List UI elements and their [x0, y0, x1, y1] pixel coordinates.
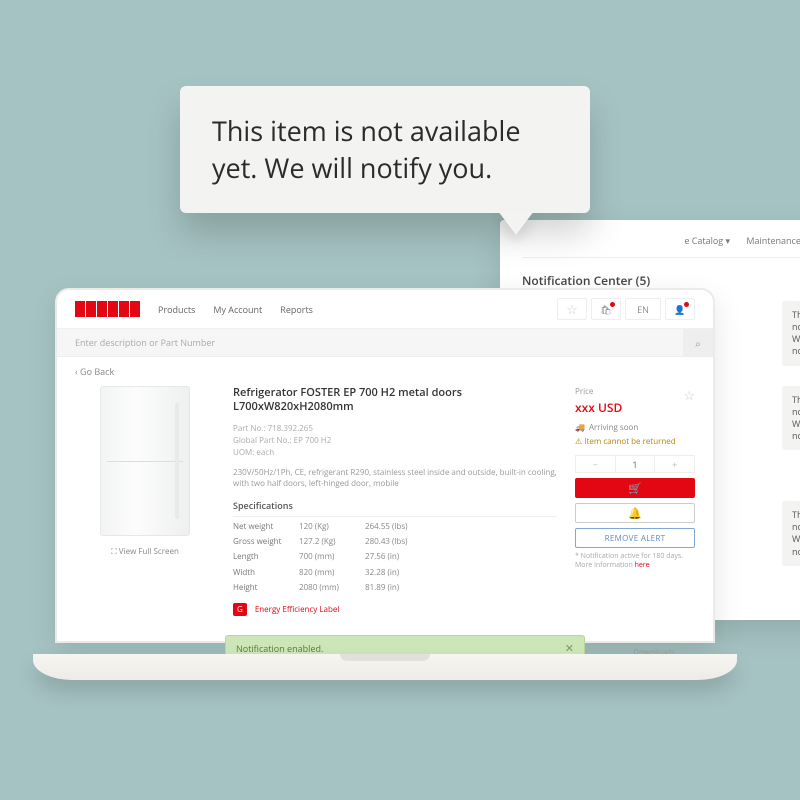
notification-message: This item is not a... yet. We will notif…	[782, 301, 800, 366]
spec-cell: 264.55 (lbs)	[365, 519, 431, 534]
product-image[interactable]	[100, 386, 190, 536]
star-icon: ☆	[566, 300, 578, 318]
purchase-sidebar: Price xxx USD ☆ 🚚Arriving soon ⚠ Item ca…	[575, 386, 695, 616]
spec-cell: 820 (mm)	[299, 565, 365, 580]
price-value: xxx USD	[575, 399, 683, 416]
return-warning: ⚠ Item cannot be returned	[575, 436, 695, 447]
product-content: ⛶ View Full Screen Refrigerator FOSTER E…	[57, 386, 713, 616]
product-description: 230V/50Hz/1Ph, CE, refrigerant R290, sta…	[233, 467, 557, 489]
badge-dot	[610, 302, 615, 307]
search-icon: ⌕	[695, 336, 701, 350]
nav-products[interactable]: Products	[158, 303, 195, 316]
app-screen: Products My Account Reports ☆ 🛍 EN 👤 Ent…	[55, 288, 715, 643]
laptop-mockup: Products My Account Reports ☆ 🛍 EN 👤 Ent…	[55, 288, 715, 688]
efficiency-badge: G	[233, 603, 247, 616]
go-back-link[interactable]: ‹ Go Back	[57, 357, 713, 386]
nav-myaccount[interactable]: My Account	[213, 303, 262, 316]
part-number: Part No.: 718.392.265	[233, 423, 557, 435]
price-label: Price	[575, 386, 683, 397]
remove-alert-button[interactable]: REMOVE ALERT	[575, 528, 695, 548]
product-image-col: ⛶ View Full Screen	[75, 386, 215, 616]
secondary-button[interactable]: 🔔	[575, 503, 695, 523]
energy-efficiency: G Energy Efficiency Label	[233, 603, 557, 616]
product-meta: Part No.: 718.392.265 Global Part No.: E…	[233, 423, 557, 459]
spec-cell: Width	[233, 565, 299, 580]
spec-cell: 700 (mm)	[299, 549, 365, 564]
spec-cell: Net weight	[233, 519, 299, 534]
account-button[interactable]: 👤	[665, 298, 695, 320]
app-header: Products My Account Reports ☆ 🛍 EN 👤	[57, 290, 713, 329]
brand-logo[interactable]	[75, 301, 140, 317]
truck-icon: 🚚	[575, 422, 585, 433]
product-details-col: Refrigerator FOSTER EP 700 H2 metal door…	[233, 386, 557, 616]
toast-notification: Notification enabled. ✕	[225, 635, 585, 643]
spec-cell: 127.2 (Kg)	[299, 534, 365, 549]
callout-tail	[498, 211, 534, 235]
global-part-number: Global Part No.: EP 700 H2	[233, 435, 557, 447]
quantity-stepper[interactable]: − 1 +	[575, 455, 695, 473]
alert-info: * Notification active for 180 days. More…	[575, 552, 695, 570]
badge-dot	[684, 302, 689, 307]
cart-button[interactable]: 🛍	[591, 298, 621, 320]
callout-tooltip: This item is not available yet. We will …	[180, 86, 590, 213]
qty-minus[interactable]: −	[576, 456, 616, 472]
spec-cell: 280.43 (lbs)	[365, 534, 431, 549]
spec-cell: 27.56 (in)	[365, 549, 431, 564]
notification-message: This item is not a... yet. We will notif…	[782, 386, 800, 451]
spec-cell: 81.89 (in)	[365, 580, 431, 595]
add-to-cart-button[interactable]: 🛒	[575, 478, 695, 498]
topnav-maintenance[interactable]: Maintenance Supplier	[746, 234, 800, 247]
toast-close-icon[interactable]: ✕	[565, 641, 574, 643]
spec-cell: Gross weight	[233, 534, 299, 549]
topnav-catalog[interactable]: e Catalog ▾	[684, 234, 730, 247]
qty-value: 1	[616, 456, 656, 472]
info-here-link[interactable]: here	[635, 561, 650, 570]
laptop-base	[33, 654, 737, 680]
header-actions: ☆ 🛍 EN 👤	[557, 298, 695, 320]
search-button[interactable]: ⌕	[683, 329, 713, 356]
spec-cell: 32.28 (in)	[365, 565, 431, 580]
spec-cell: 120 (Kg)	[299, 519, 365, 534]
panel-topnav: e Catalog ▾ Maintenance Supplier	[522, 234, 800, 258]
efficiency-link[interactable]: Energy Efficiency Label	[255, 604, 340, 615]
nav-reports[interactable]: Reports	[280, 303, 313, 316]
spec-cell: Length	[233, 549, 299, 564]
lang-switch[interactable]: EN	[625, 298, 661, 320]
qty-plus[interactable]: +	[655, 456, 694, 472]
bell-icon: 🔔	[628, 506, 642, 521]
toast-text: Notification enabled.	[236, 642, 323, 643]
specs-table: Net weight120 (Kg)264.55 (lbs) Gross weig…	[233, 519, 557, 595]
search-input[interactable]: Enter description or Part Number	[57, 329, 683, 356]
favorites-button[interactable]: ☆	[557, 298, 587, 320]
shipping-status: 🚚Arriving soon	[575, 422, 695, 433]
primary-nav: Products My Account Reports	[158, 303, 313, 316]
product-title: Refrigerator FOSTER EP 700 H2 metal door…	[233, 386, 557, 415]
callout-text: This item is not available yet. We will …	[212, 112, 558, 187]
view-fullscreen-link[interactable]: ⛶ View Full Screen	[75, 546, 215, 557]
favorite-icon[interactable]: ☆	[683, 386, 695, 404]
search-bar: Enter description or Part Number ⌕	[57, 329, 713, 357]
spec-cell: 2080 (mm)	[299, 580, 365, 595]
notification-message: This item is not a... yet. We will notif…	[782, 501, 800, 566]
cart-icon: 🛒	[628, 481, 642, 496]
spec-cell: Height	[233, 580, 299, 595]
specs-heading: Specifications	[233, 499, 557, 517]
uom: UOM: each	[233, 447, 557, 459]
